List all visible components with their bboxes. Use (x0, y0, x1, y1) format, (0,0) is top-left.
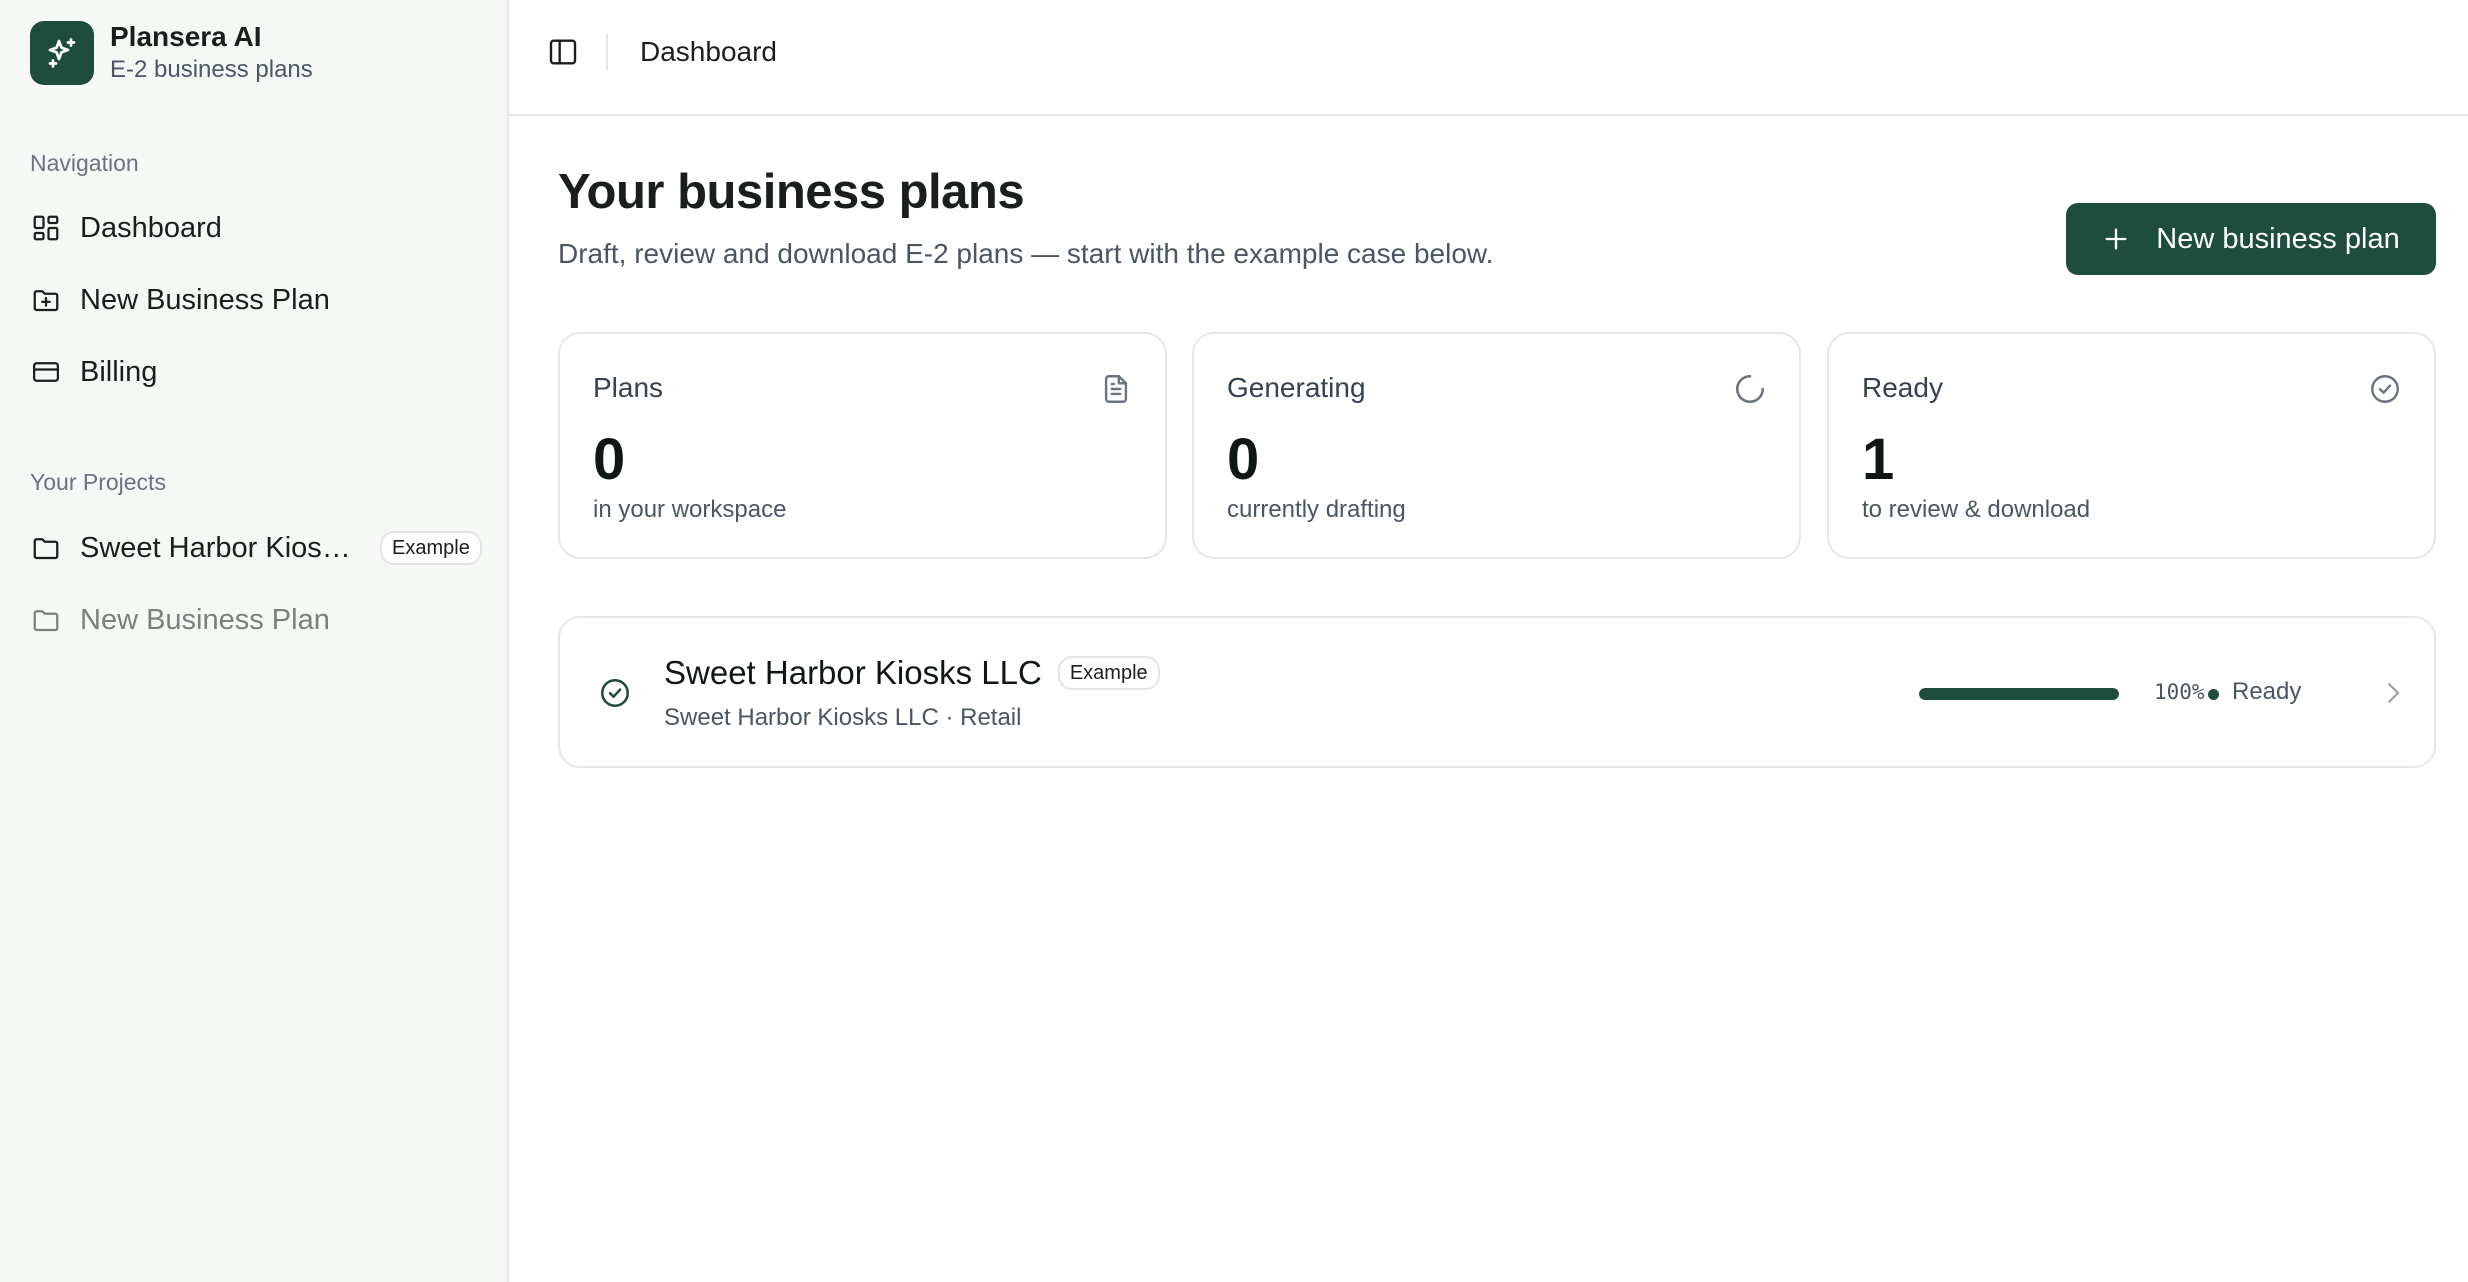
nav-section-label: Navigation (30, 150, 139, 176)
stat-caption: to review & download (1862, 496, 2091, 523)
dashboard-grid-icon (30, 212, 62, 244)
topbar: Dashboard (509, 0, 2468, 116)
folder-icon (30, 532, 62, 564)
breadcrumb: Dashboard (640, 36, 777, 67)
new-business-plan-button[interactable]: New business plan (2066, 203, 2436, 275)
sidebar-item-label: Sweet Harbor Kiosks LLC (80, 531, 362, 564)
plan-name: Sweet Harbor Kiosks LLC (664, 654, 1042, 691)
sidebar-toggle-button[interactable] (545, 34, 581, 70)
page-title: Your business plans (558, 165, 1025, 219)
plan-meta: Sweet Harbor Kiosks LLC · Retail (664, 704, 1022, 731)
plan-name-wrap: Sweet Harbor Kiosks LLC Example (664, 654, 1160, 692)
topbar-divider (606, 34, 608, 70)
check-circle-icon (598, 676, 632, 710)
sidebar-item-label: New Business Plan (80, 603, 330, 636)
page-subtitle: Draft, review and download E-2 plans — s… (558, 238, 1494, 269)
sidebar-item-label: Dashboard (80, 211, 222, 244)
stat-card-ready: Ready 1 to review & download (1827, 332, 2436, 559)
sparkles-icon (30, 21, 94, 85)
sidebar: Plansera AI E-2 business plans Navigatio… (0, 0, 509, 1282)
sidebar-item-dashboard[interactable]: Dashboard (30, 204, 490, 252)
stat-title: Plans (593, 372, 664, 403)
stat-caption: currently drafting (1227, 496, 1406, 523)
stat-value: 0 (593, 427, 626, 492)
file-text-icon (1099, 372, 1133, 406)
folder-plus-icon (30, 284, 62, 316)
stat-card-plans: Plans 0 in your workspace (558, 332, 1167, 559)
main-content: Dashboard Your business plans Draft, rev… (509, 0, 2468, 1282)
stat-card-generating: Generating 0 currently drafting (1192, 332, 1801, 559)
stat-title: Ready (1862, 372, 1943, 403)
sidebar-project-new-business-plan[interactable]: New Business Plan (30, 596, 490, 644)
sidebar-item-label: Billing (80, 355, 158, 388)
example-badge: Example (1057, 656, 1160, 690)
credit-card-icon (30, 356, 62, 388)
sidebar-toggle-icon (549, 39, 577, 65)
progress-fill (1919, 688, 2119, 700)
app-root: Plansera AI E-2 business plans Navigatio… (0, 0, 2468, 1282)
stat-value: 1 (1862, 427, 1895, 492)
new-business-plan-label: New business plan (2156, 222, 2400, 255)
chevron-right-icon (2378, 678, 2408, 708)
sidebar-item-label: New Business Plan (80, 283, 330, 316)
folder-icon (30, 604, 62, 636)
sidebar-item-billing[interactable]: Billing (30, 348, 490, 396)
status-badge: Ready (2232, 678, 2302, 705)
brand[interactable]: Plansera AI E-2 business plans (30, 20, 313, 86)
stat-title: Generating (1227, 372, 1366, 403)
check-circle-icon (2368, 372, 2402, 406)
example-badge: Example (380, 531, 482, 565)
stat-value: 0 (1227, 427, 1260, 492)
plan-row-sweet-harbor[interactable]: Sweet Harbor Kiosks LLC Example Sweet Ha… (558, 616, 2436, 768)
progress-percent: 100% (2154, 680, 2205, 704)
progress-bar (1919, 688, 2119, 700)
sidebar-item-new-business-plan[interactable]: New Business Plan (30, 276, 490, 324)
plus-icon (2102, 225, 2130, 253)
brand-subtitle: E-2 business plans (110, 56, 313, 83)
stat-caption: in your workspace (593, 496, 787, 523)
brand-name: Plansera AI (110, 21, 262, 52)
sidebar-project-sweet-harbor[interactable]: Sweet Harbor Kiosks LLC Example (30, 524, 490, 572)
projects-section-label: Your Projects (30, 469, 166, 495)
loader-icon (1733, 372, 1767, 406)
status-dot (2208, 689, 2219, 700)
